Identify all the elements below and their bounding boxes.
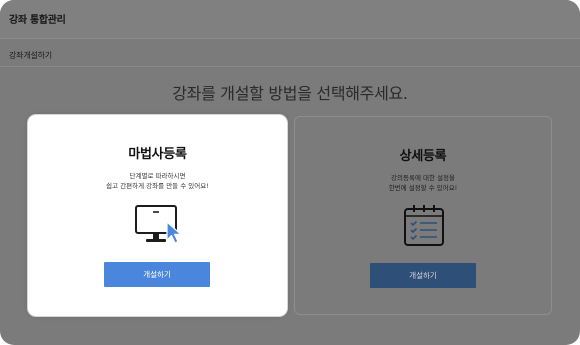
page-title: 강좌 통합관리 xyxy=(9,15,66,26)
card-description: 단계별로 따라하시면 쉽고 간편하게 강좌를 만들 수 있어요! xyxy=(28,171,287,191)
card-title: 마법사등록 xyxy=(128,147,187,162)
modal-overlay: 강좌 통합관리 강좌개설하기 강좌를 개설할 방법을 선택해주세요. 마법사등록… xyxy=(0,0,580,345)
card-description-line: 쉽고 간편하게 강좌를 만들 수 있어요! xyxy=(106,182,209,190)
breadcrumb: 강좌개설하기 xyxy=(9,51,52,60)
wizard-registration-card[interactable]: 마법사등록 단계별로 따라하시면 쉽고 간편하게 강좌를 만들 수 있어요! 개… xyxy=(28,115,287,316)
card-description-line: 단계별로 따라하시면 xyxy=(129,172,186,180)
card-title: 상세등록 xyxy=(399,149,447,164)
card-description: 강의등록에 대한 설정을 한번에 설정할 수 있어요! xyxy=(295,173,551,193)
card-description-line: 강의등록에 대한 설정을 xyxy=(391,174,455,182)
selection-heading: 강좌를 개설할 방법을 선택해주세요. xyxy=(172,84,408,103)
wizard-create-button[interactable]: 개설하기 xyxy=(104,262,210,287)
card-description-line: 한번에 설정할 수 있어요! xyxy=(388,184,458,192)
page-header: 강좌 통합관리 xyxy=(0,0,580,39)
monitor-cursor-icon xyxy=(134,204,186,248)
checklist-icon xyxy=(401,203,447,249)
detailed-registration-card[interactable]: 상세등록 강의등록에 대한 설정을 한번에 설정할 수 있어요! 개설하기 xyxy=(294,116,552,315)
divider xyxy=(0,66,580,67)
detailed-create-button[interactable]: 개설하기 xyxy=(370,263,476,288)
